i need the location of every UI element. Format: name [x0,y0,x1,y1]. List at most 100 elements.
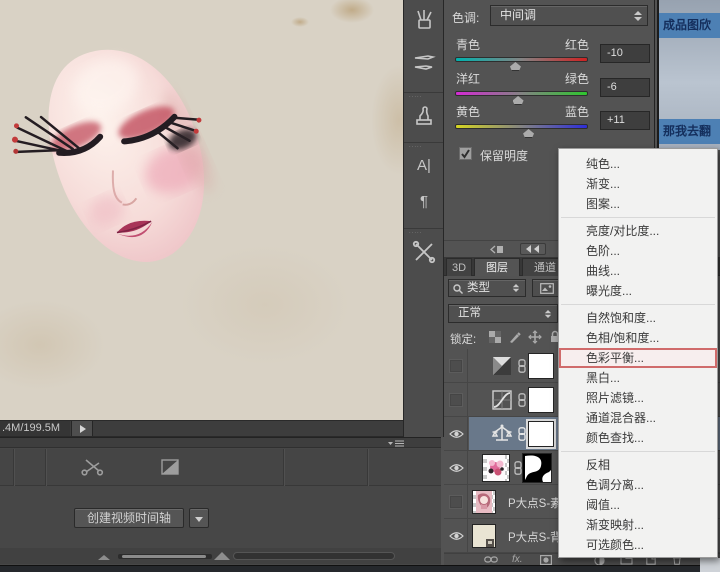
status-flyout-button[interactable] [71,421,93,436]
timeline-header [0,438,441,448]
create-video-timeline-button[interactable]: 创建视频时间轴 [74,508,184,528]
menu-separator [561,304,715,305]
timeline-mode-dropdown-button[interactable] [189,508,209,528]
menu-item-invert[interactable]: 反相 [559,455,717,475]
clone-source-panel-icon[interactable] [410,102,438,130]
slider-thumb[interactable] [523,129,534,138]
blend-mode-select[interactable]: 正常 [448,304,558,323]
visibility-toggle[interactable] [444,349,468,382]
layer-thumbnail-portrait[interactable] [472,490,496,514]
tone-select[interactable]: 中间调 [490,5,648,26]
magenta-label: 洋红 [456,70,480,87]
layer-mask-thumbnail[interactable] [528,387,554,413]
menu-item-pattern[interactable]: 图案... [559,194,717,214]
menu-item-black-white[interactable]: 黑白... [559,368,717,388]
menu-item-photo-filter[interactable]: 照片滤镜... [559,388,717,408]
panel-menu-icon[interactable] [388,440,404,447]
layer-mask-thumbnail-black[interactable] [522,453,552,483]
menu-item-color-balance-highlighted[interactable]: 色彩平衡... [559,348,717,368]
cyan-red-slider[interactable] [455,57,588,62]
lock-label: 锁定: [450,331,476,347]
blue-label: 蓝色 [539,103,589,120]
character-panel-icon[interactable]: A| [410,152,438,180]
timeline-zoom-slider[interactable] [118,554,212,559]
brush-panel-icon[interactable] [410,48,438,76]
slider-thumb[interactable] [510,62,521,71]
menu-item-brightness-contrast[interactable]: 亮度/对比度... [559,221,717,241]
menu-item-curves[interactable]: 曲线... [559,261,717,281]
dock-group-label: ····· [409,94,422,100]
panel-footer-icon[interactable] [490,245,504,254]
lock-transparency-icon[interactable] [488,330,502,344]
lock-pixels-icon[interactable] [508,330,522,344]
menu-item-gradient[interactable]: 渐变... [559,174,717,194]
menu-item-gradient-map[interactable]: 渐变映射... [559,515,717,535]
menu-item-solid-color[interactable]: 纯色... [559,154,717,174]
timeline-panel: 创建视频时间轴 [0,437,441,565]
link-layers-icon[interactable] [484,555,498,564]
tool-presets-panel-icon[interactable] [410,238,438,266]
visibility-toggle[interactable] [444,451,468,484]
magenta-green-value[interactable]: -6 [600,78,650,97]
zoom-out-mountain-icon[interactable] [98,554,110,560]
menu-item-posterize[interactable]: 色调分离... [559,475,717,495]
panel-dock: ····· ····· A| ¶ ····· [403,0,444,437]
brush-presets-panel-icon[interactable] [410,6,438,34]
timeline-scrollbar[interactable] [233,552,395,560]
menu-item-channel-mixer[interactable]: 通道混合器... [559,408,717,428]
eye-hidden-icon [450,496,462,508]
zoom-slider-thumb[interactable] [122,555,206,558]
mask-link-icon[interactable] [518,359,526,373]
magenta-green-slider[interactable] [455,91,588,96]
layer-mask-thumbnail[interactable] [528,353,554,379]
mask-link-icon[interactable] [514,461,522,475]
yellow-blue-slider[interactable] [455,124,588,129]
background-window-corner [700,558,720,572]
dock-group-label: ····· [409,144,422,150]
picture-icon [540,283,554,294]
slider-thumb[interactable] [513,96,524,105]
transition-icon[interactable] [160,458,180,476]
yellow-blue-value[interactable]: +11 [600,111,650,130]
preserve-luminosity-checkbox[interactable] [459,147,472,160]
layer-mask-thumbnail-selected[interactable] [528,421,554,447]
window-bottom-edge [0,565,720,572]
mask-link-icon[interactable] [518,393,526,407]
menu-item-selective-color[interactable]: 可选颜色... [559,535,717,555]
layer-thumbnail-flower[interactable] [482,454,510,482]
layer-filter-select[interactable]: 类型 [448,279,526,297]
background-text-bottom: 那我去翻 [659,119,720,144]
dock-divider [404,228,443,229]
tab-layers[interactable]: 图层 [474,258,520,276]
color-balance-scales-icon [490,422,514,446]
search-icon [453,284,463,294]
tone-label: 色调: [452,9,479,26]
menu-item-levels[interactable]: 色阶... [559,241,717,261]
paragraph-panel-icon[interactable]: ¶ [410,188,438,216]
updown-arrows-icon [545,310,551,318]
photoshop-window: .4M/199.5M ····· ····· A| ¶ ····· [0,0,720,572]
mask-link-icon[interactable] [518,427,526,441]
layer-style-fx-icon[interactable]: fx. [512,555,523,565]
visibility-toggle[interactable] [444,383,468,416]
lock-position-icon[interactable] [528,330,542,344]
tab-3d[interactable]: 3D [446,258,472,276]
menu-item-exposure[interactable]: 曝光度... [559,281,717,301]
menu-item-hue-saturation[interactable]: 色相/饱和度... [559,328,717,348]
split-clip-scissors-icon[interactable] [80,458,104,476]
zoom-in-mountain-icon[interactable] [214,551,230,560]
visibility-toggle[interactable] [444,485,468,518]
visibility-toggle[interactable] [444,417,468,450]
visibility-toggle[interactable] [444,519,468,552]
updown-arrows-icon [513,284,519,292]
green-label: 绿色 [539,70,589,87]
cyan-red-value[interactable]: -10 [600,44,650,63]
menu-item-color-lookup[interactable]: 颜色查找... [559,428,717,448]
layer-thumbnail-background[interactable] [472,524,496,548]
add-mask-icon[interactable] [540,555,552,565]
document-canvas[interactable] [0,0,403,420]
menu-item-threshold[interactable]: 阈值... [559,495,717,515]
collapse-panels-icon[interactable] [520,243,546,255]
check-icon [460,148,471,159]
menu-item-vibrance[interactable]: 自然饱和度... [559,308,717,328]
